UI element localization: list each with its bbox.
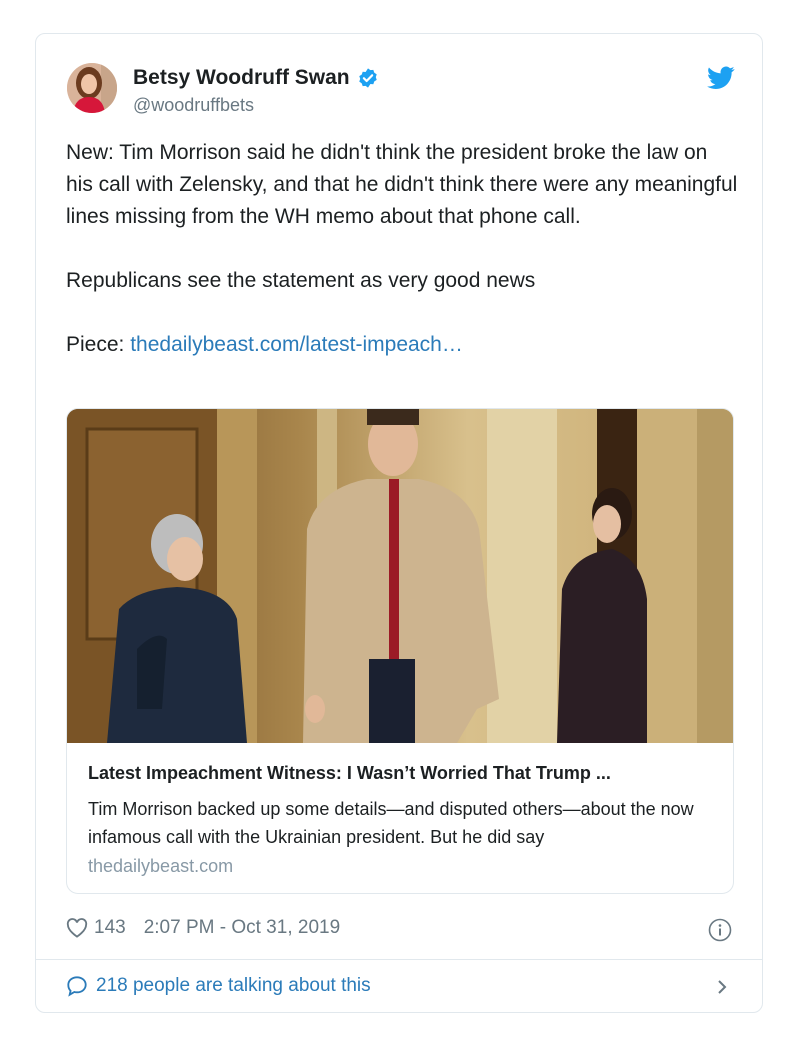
info-icon[interactable] <box>708 918 732 942</box>
conversation-link[interactable]: 218 people are talking about this <box>66 975 371 997</box>
tweet-paragraph-1: New: Tim Morrison said he didn't think t… <box>66 141 738 228</box>
avatar[interactable] <box>67 63 117 113</box>
like-count[interactable]: 143 <box>94 917 126 939</box>
timestamp[interactable]: 2:07 PM - Oct 31, 2019 <box>144 917 340 939</box>
card-description: Tim Morrison backed up some details—and … <box>88 799 694 847</box>
heart-icon[interactable] <box>66 918 88 938</box>
author-name[interactable]: Betsy Woodruff Swan <box>133 66 379 90</box>
tweet-piece-line: Piece: thedailybeast.com/latest-impeach… <box>66 329 738 361</box>
speech-bubble-icon <box>67 976 87 997</box>
tweet-meta: 143 2:07 PM - Oct 31, 2019 <box>66 917 340 939</box>
divider <box>36 959 762 960</box>
tweet-paragraph-2: Republicans see the statement as very go… <box>66 269 536 292</box>
piece-prefix: Piece: <box>66 333 131 356</box>
link-preview-card[interactable]: Latest Impeachment Witness: I Wasn’t Wor… <box>66 408 734 894</box>
article-photo[interactable] <box>67 409 734 743</box>
talking-text[interactable]: 218 people are talking about this <box>96 975 371 997</box>
author-handle[interactable]: @woodruffbets <box>133 95 254 116</box>
verified-badge-icon <box>358 68 377 88</box>
piece-link[interactable]: thedailybeast.com/latest-impeach… <box>130 333 463 356</box>
chevron-right-icon[interactable] <box>714 975 730 999</box>
tweet-text: New: Tim Morrison said he didn't think t… <box>66 137 738 361</box>
twitter-bird-icon[interactable] <box>707 66 735 90</box>
tweet-card: Betsy Woodruff Swan @woodruffbets New: T… <box>35 33 763 1013</box>
card-domain: thedailybeast.com <box>88 856 234 876</box>
author-name-text[interactable]: Betsy Woodruff Swan <box>133 66 350 90</box>
card-title[interactable]: Latest Impeachment Witness: I Wasn’t Wor… <box>88 763 718 784</box>
